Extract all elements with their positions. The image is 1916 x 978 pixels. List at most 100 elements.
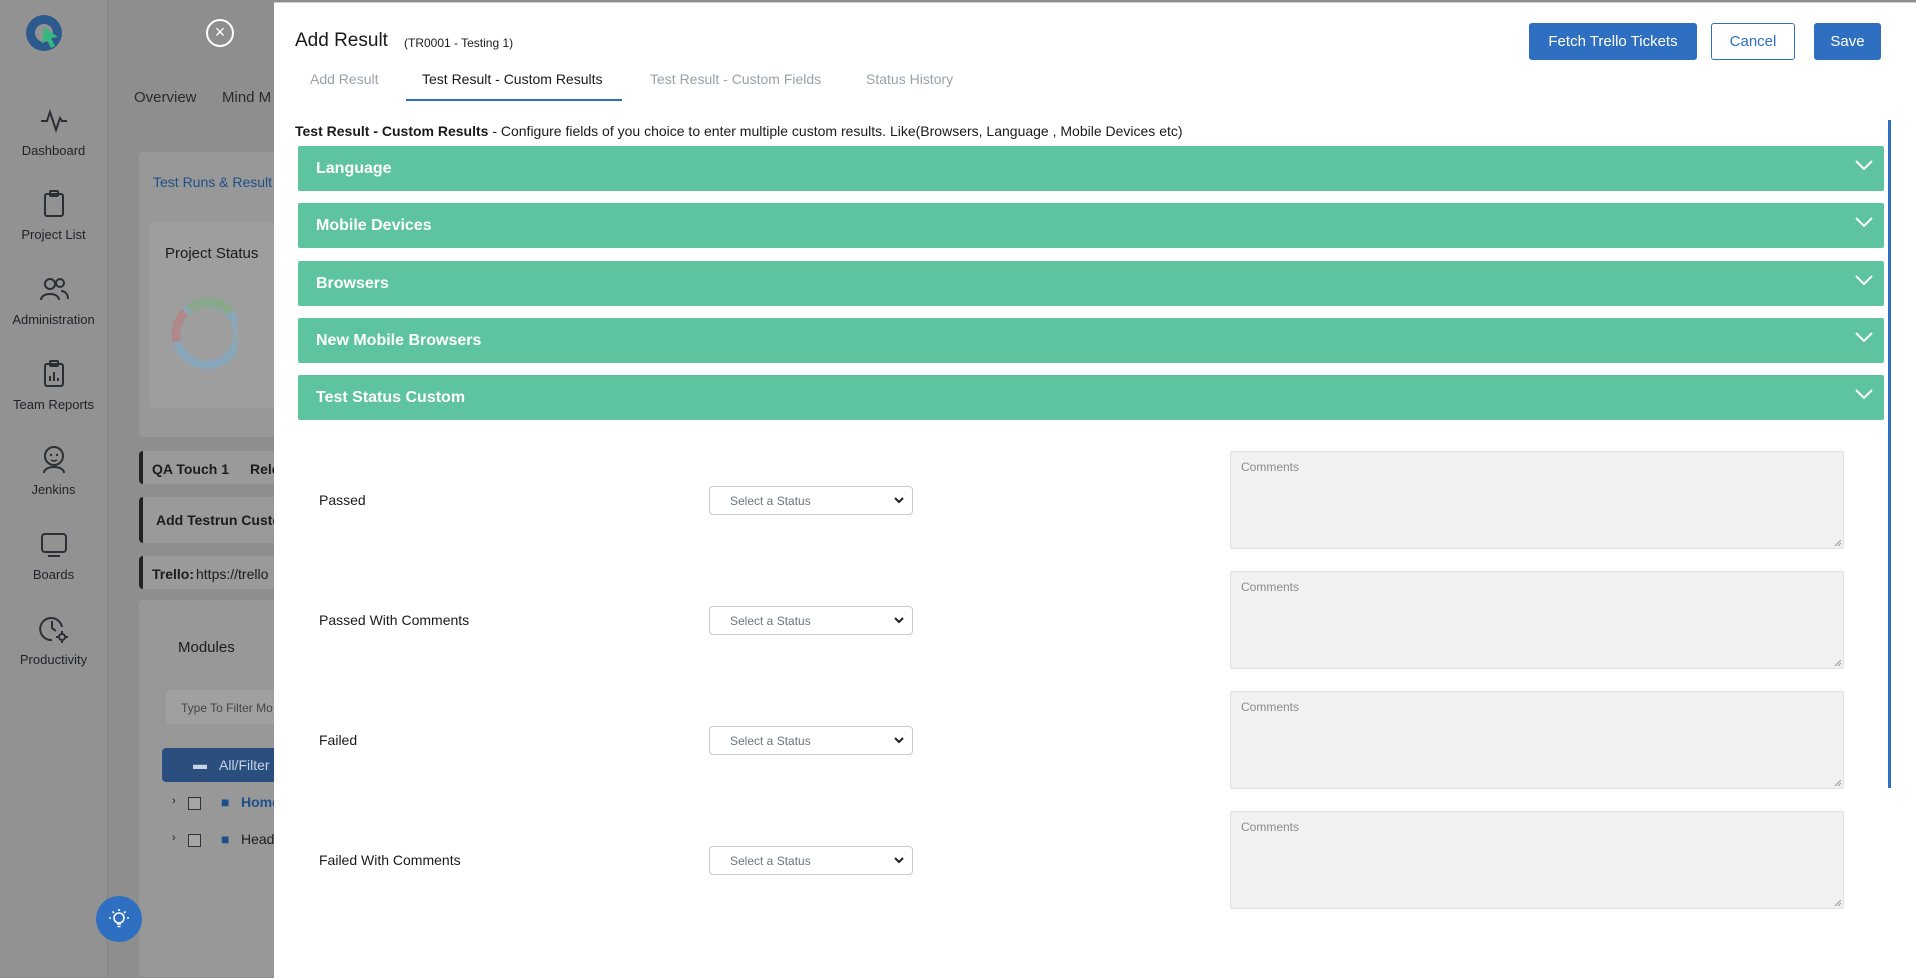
- chevron-down-icon: [1855, 332, 1873, 343]
- folder-icon: ▬: [193, 756, 207, 772]
- sidebar-item-label: Team Reports: [13, 397, 94, 412]
- bg-add-testrun: Add Testrun Custo: [156, 512, 281, 528]
- comments-placeholder: Comments: [1241, 820, 1300, 834]
- folder-icon: ■: [221, 794, 230, 810]
- chevron-right-icon: ›: [172, 832, 176, 844]
- chevron-down-icon: [1855, 389, 1873, 400]
- select-placeholder: Select a Status: [730, 733, 811, 748]
- modal-scrollbar[interactable]: [1888, 120, 1891, 788]
- chevron-down-icon: [894, 857, 904, 864]
- sidebar-item-label: Project List: [21, 227, 86, 242]
- bg-project-status: Project Status: [165, 245, 259, 262]
- comments-field[interactable]: Comments: [1230, 691, 1844, 789]
- section-title: Browsers: [316, 274, 389, 292]
- sidebar-item-boards[interactable]: Boards: [0, 528, 107, 584]
- clipboard-icon: [43, 190, 64, 217]
- bg-tree-item-head: Head: [241, 831, 275, 847]
- sidebar-item-jenkins[interactable]: Jenkins: [0, 443, 107, 499]
- close-icon: ×: [214, 22, 226, 42]
- sidebar-item-label: Administration: [12, 312, 95, 327]
- help-bulb-button[interactable]: [96, 896, 142, 942]
- tab-custom-fields[interactable]: Test Result - Custom Fields: [650, 71, 821, 87]
- comments-field[interactable]: Comments: [1230, 451, 1844, 549]
- fetch-trello-tickets-button[interactable]: Fetch Trello Tickets: [1529, 23, 1697, 60]
- section-description: Test Result - Custom Results - Configure…: [295, 123, 1183, 139]
- chevron-down-icon: [1855, 217, 1873, 228]
- section-browsers[interactable]: Browsers: [298, 261, 1884, 306]
- resize-handle-icon[interactable]: [1834, 899, 1842, 907]
- bg-filter-placeholder: Type To Filter Mo: [181, 701, 273, 715]
- save-button[interactable]: Save: [1814, 23, 1881, 60]
- bg-tab-overview: Overview: [134, 89, 197, 106]
- sidebar-item-label: Productivity: [19, 652, 88, 667]
- bg-tab-mind-map: Mind M: [222, 89, 272, 106]
- sidebar-item-dashboard[interactable]: Dashboard: [0, 104, 107, 160]
- section-new-mobile-browsers[interactable]: New Mobile Browsers: [298, 318, 1884, 363]
- tab-status-history[interactable]: Status History: [866, 71, 953, 87]
- resize-handle-icon[interactable]: [1834, 659, 1842, 667]
- section-test-status-custom[interactable]: Test Status Custom: [298, 375, 1884, 420]
- select-placeholder: Select a Status: [730, 613, 811, 628]
- chevron-down-icon: [1855, 160, 1873, 171]
- bg-run-title: QA Touch 1: [152, 461, 229, 477]
- select-placeholder: Select a Status: [730, 493, 811, 508]
- bg-trello-label: Trello:: [152, 566, 195, 582]
- status-row-label: Passed With Comments: [319, 612, 470, 628]
- sidebar-item-team-reports[interactable]: Team Reports: [0, 358, 107, 414]
- tab-add-result[interactable]: Add Result: [310, 71, 378, 87]
- jenkins-icon: [42, 446, 65, 474]
- active-tab-indicator: [406, 99, 622, 101]
- clock-gear-icon: [38, 617, 68, 643]
- comments-placeholder: Comments: [1241, 580, 1300, 594]
- bg-modules-card: [139, 600, 279, 977]
- resize-handle-icon[interactable]: [1834, 779, 1842, 787]
- folder-icon: ■: [221, 831, 230, 847]
- cancel-button[interactable]: Cancel: [1711, 23, 1795, 60]
- status-select[interactable]: Select a Status: [709, 606, 913, 635]
- resize-handle-icon[interactable]: [1834, 539, 1842, 547]
- section-language[interactable]: Language: [298, 146, 1884, 191]
- chevron-right-icon: ›: [172, 795, 176, 807]
- bg-breadcrumb: Test Runs & Result: [153, 174, 273, 190]
- users-icon: [39, 278, 69, 301]
- app-logo[interactable]: [24, 13, 64, 53]
- comments-field[interactable]: Comments: [1230, 811, 1844, 909]
- add-result-modal: Add Result (TR0001 - Testing 1) Fetch Tr…: [274, 2, 1916, 978]
- checkbox-icon: [188, 797, 201, 810]
- chevron-down-icon: [894, 737, 904, 744]
- section-title: Test Status Custom: [316, 388, 466, 406]
- status-select[interactable]: Select a Status: [709, 846, 913, 875]
- bg-all-filter-label: All/Filter: [219, 757, 270, 773]
- checkbox-icon: [188, 834, 201, 847]
- sidebar-item-label: Jenkins: [31, 482, 76, 497]
- chevron-down-icon: [1855, 275, 1873, 286]
- comments-placeholder: Comments: [1241, 460, 1300, 474]
- status-select[interactable]: Select a Status: [709, 486, 913, 515]
- close-modal-button[interactable]: ×: [206, 19, 234, 47]
- description-text: - Configure fields of you choice to ente…: [488, 123, 1183, 139]
- description-title: Test Result - Custom Results: [295, 123, 489, 139]
- sidebar-item-label: Boards: [32, 567, 75, 582]
- sidebar-item-productivity[interactable]: Productivity: [0, 613, 107, 669]
- sidebar-item-administration[interactable]: Administration: [0, 273, 107, 329]
- sidebar-item-project-list[interactable]: Project List: [0, 188, 107, 244]
- activity-icon: [40, 108, 67, 134]
- section-title: New Mobile Browsers: [316, 331, 482, 349]
- bg-donut-chart: [171, 297, 237, 370]
- bg-modules-title: Modules: [178, 639, 235, 656]
- sidebar: Dashboard Project List Administration Te…: [0, 0, 108, 977]
- bg-trello-value: https://trello: [196, 566, 269, 582]
- tab-custom-results[interactable]: Test Result - Custom Results: [422, 71, 603, 87]
- board-icon: [40, 533, 67, 557]
- status-select[interactable]: Select a Status: [709, 726, 913, 755]
- section-mobile-devices[interactable]: Mobile Devices: [298, 203, 1884, 248]
- status-row-label: Passed: [319, 492, 366, 508]
- modal-subtitle: (TR0001 - Testing 1): [404, 36, 514, 50]
- modal-title: Add Result: [295, 30, 388, 51]
- sidebar-item-label: Dashboard: [21, 143, 86, 158]
- lightbulb-icon: [109, 909, 129, 928]
- status-row-label: Failed: [319, 732, 358, 748]
- report-icon: [43, 360, 64, 387]
- comments-field[interactable]: Comments: [1230, 571, 1844, 669]
- comments-placeholder: Comments: [1241, 700, 1300, 714]
